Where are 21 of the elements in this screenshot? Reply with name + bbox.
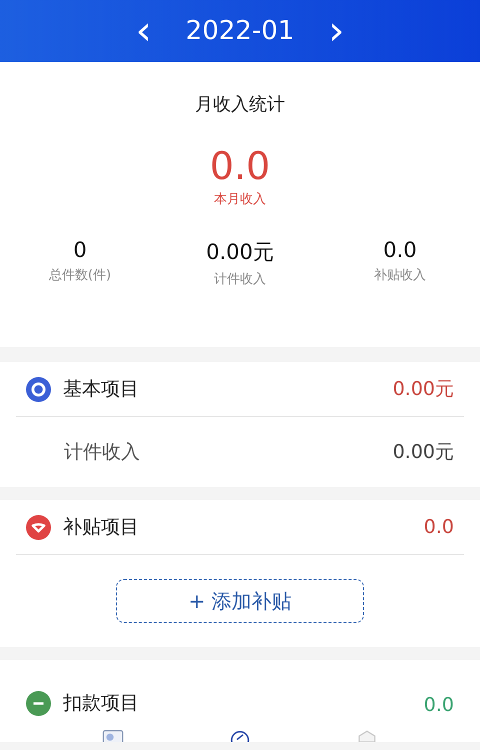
previous-month-button[interactable]: ‹ [132,11,156,51]
section-total: 0.0 [424,694,454,716]
summary-title: 月收入统计 [195,93,285,116]
total-income: 0.0 [210,144,270,188]
stat-value: 0.0 [383,238,417,262]
stat-value: 0.00元 [206,239,274,266]
section-title: 扣款项目 [63,691,139,716]
add-subsidy-button[interactable]: + 添加补贴 [116,579,364,623]
section-total: 0.0 [424,516,454,538]
month-label: 2022-01 [186,16,294,46]
section-title: 补贴项目 [63,515,139,540]
section-title: 基本项目 [63,377,139,402]
stat-label: 补贴收入 [374,267,426,284]
stat-label: 计件收入 [214,271,266,288]
item-label: 计件收入 [64,440,140,465]
section-total: 0.00元 [392,377,454,402]
stat-label: 总件数(件) [48,267,112,284]
item-value: 0.00元 [392,440,454,465]
total-income-label: 本月收入 [214,191,266,208]
next-month-button[interactable]: › [324,11,348,51]
stat-value: 0 [73,238,87,262]
